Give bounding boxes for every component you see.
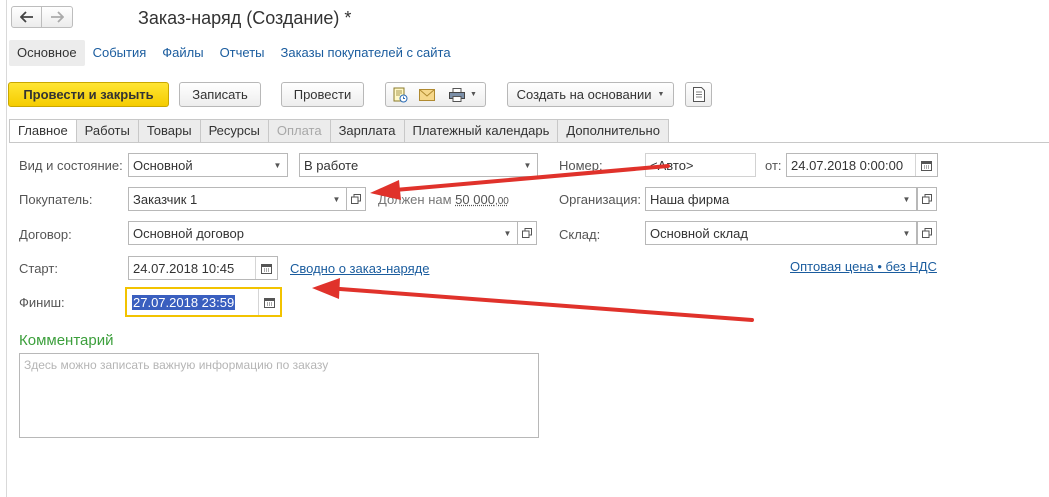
comment-title: Комментарий [19,332,114,349]
red-arrow-to-finish [312,278,754,322]
tab-main[interactable]: Главное [9,119,77,143]
chevron-down-icon[interactable]: ▼ [327,188,346,210]
section-events[interactable]: События [85,40,155,66]
date-value: 24.07.2018 0:00:00 [791,157,904,173]
debt-cents: ,00 [494,196,509,207]
order-summary-link[interactable]: Сводно о заказ-наряде [290,261,429,276]
arrow-right-icon [51,11,64,23]
tab-additional[interactable]: Дополнительно [558,119,669,143]
open-window-icon [351,194,361,204]
finish-label: Финиш: [19,295,65,310]
organization-select[interactable]: Наша фирма ▼ [645,187,917,211]
contract-open-button[interactable] [517,221,537,245]
comment-placeholder: Здесь можно записать важную информацию п… [24,358,329,372]
buyer-open-button[interactable] [346,187,366,211]
state-value: В работе [304,157,359,173]
kind-select[interactable]: Основной ▼ [128,153,288,177]
tab-works[interactable]: Работы [76,119,139,143]
chevron-down-icon[interactable]: ▼ [498,222,517,244]
tab-resources[interactable]: Ресурсы [200,119,269,143]
post-button[interactable]: Провести [281,82,364,107]
document-list-icon [692,87,705,102]
contract-value: Основной договор [133,225,244,241]
warehouse-open-button[interactable] [917,221,937,245]
back-button[interactable] [11,6,42,28]
debt-amount[interactable]: 50 000,00 [455,192,509,207]
chevron-down-icon[interactable]: ▼ [518,154,537,176]
page-title: Заказ-наряд (Создание) * [138,8,352,28]
number-label: Номер: [559,158,603,173]
debt-amount-value: 50 000 [455,192,495,207]
buyer-value: Заказчик 1 [133,191,198,207]
email-button[interactable] [413,82,442,107]
finish-value: 27.07.2018 23:59 [132,294,236,310]
number-placeholder: <Авто> [650,157,694,173]
start-value: 24.07.2018 10:45 [133,260,235,276]
calendar-icon[interactable] [255,257,277,279]
open-window-icon [522,228,532,238]
window-left-border [6,0,7,497]
tab-salary[interactable]: Зарплата [330,119,405,143]
forward-button[interactable] [42,6,73,28]
warehouse-value: Основной склад [650,225,748,241]
date-label: от: [765,158,782,173]
price-type-link[interactable]: Оптовая цена • без НДС [790,259,937,274]
debt-info: Должен нам 50 000,00 [378,192,509,207]
tab-payment: Оплата [268,119,331,143]
save-button[interactable]: Записать [179,82,261,107]
organization-value: Наша фирма [650,191,730,207]
comment-textarea[interactable]: Здесь можно записать важную информацию п… [19,353,539,438]
tab-divider [9,142,1049,143]
section-reports[interactable]: Отчеты [212,40,273,66]
arrow-left-icon [19,11,33,23]
create-based-on-button[interactable]: Создать на основании ▼ [507,82,674,107]
document-structure-button[interactable] [685,82,712,107]
calendar-icon[interactable] [915,154,937,176]
document-clock-icon [393,87,407,102]
contract-select[interactable]: Основной договор ▼ [128,221,518,245]
warehouse-label: Склад: [559,227,601,242]
kind-value: Основной [133,157,193,173]
open-window-icon [922,228,932,238]
chevron-down-icon[interactable]: ▼ [897,188,916,210]
chevron-down-icon: ▼ [657,91,665,98]
print-button[interactable]: ▼ [441,82,486,107]
number-input[interactable]: <Авто> [645,153,756,177]
open-window-icon [922,194,932,204]
tab-goods[interactable]: Товары [138,119,201,143]
buyer-label: Покупатель: [19,192,93,207]
section-main[interactable]: Основное [9,40,85,66]
contract-label: Договор: [19,227,72,242]
section-site-orders[interactable]: Заказы покупателей с сайта [273,40,459,66]
envelope-icon [419,88,435,101]
debt-text: Должен нам [378,192,452,207]
warehouse-select[interactable]: Основной склад ▼ [645,221,917,245]
organization-open-button[interactable] [917,187,937,211]
start-label: Старт: [19,261,58,276]
post-and-close-button[interactable]: Провести и закрыть [8,82,169,107]
start-input[interactable]: 24.07.2018 10:45 [128,256,278,280]
finish-value-wrap: 27.07.2018 23:59 [127,294,258,310]
tab-payment-calendar[interactable]: Платежный календарь [404,119,559,143]
create-based-on-label: Создать на основании [516,87,652,102]
section-files[interactable]: Файлы [154,40,211,66]
state-select[interactable]: В работе ▼ [299,153,538,177]
document-history-button[interactable] [385,82,414,107]
section-bar: Основное События Файлы Отчеты Заказы пок… [9,40,459,66]
chevron-down-icon[interactable]: ▼ [268,154,287,176]
chevron-down-icon[interactable]: ▼ [897,222,916,244]
printer-icon [449,87,466,102]
organization-label: Организация: [559,192,642,207]
kind-state-label: Вид и состояние: [19,158,123,173]
calendar-icon[interactable] [258,289,280,315]
finish-input[interactable]: 27.07.2018 23:59 [125,287,282,317]
tab-bar: Главное Работы Товары Ресурсы Оплата Зар… [9,119,669,143]
buyer-select[interactable]: Заказчик 1 ▼ [128,187,347,211]
chevron-down-icon: ▼ [470,91,477,98]
date-input[interactable]: 24.07.2018 0:00:00 [786,153,938,177]
